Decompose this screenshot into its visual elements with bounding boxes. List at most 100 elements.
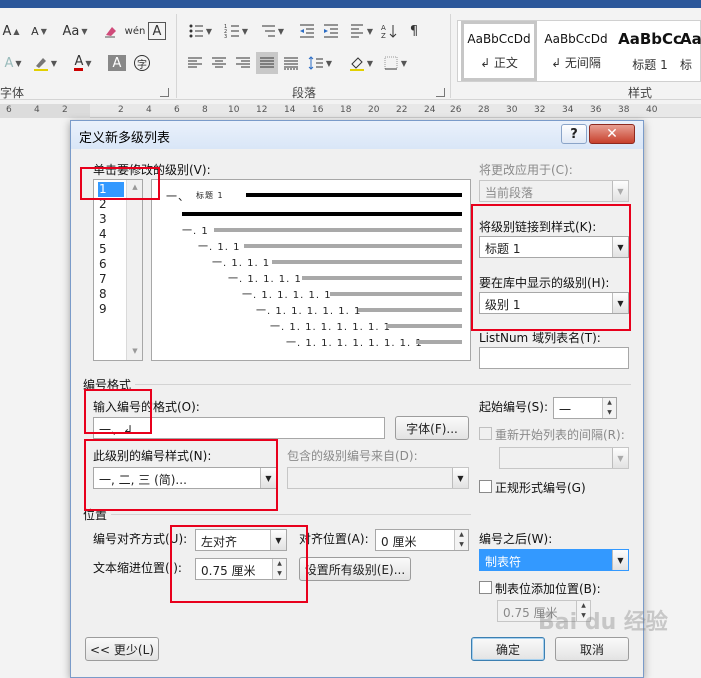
level-list[interactable]: 1 2 3 4 5 6 7 8 9 ▲ ▼	[93, 179, 143, 361]
chevron-down-icon[interactable]: ▼	[612, 181, 628, 201]
style-no-spacing[interactable]: AaBbCcDd ↲ 无间隔	[538, 21, 614, 81]
highlight-color-icon[interactable]: ▼	[30, 52, 60, 74]
font-dialog-launcher-icon[interactable]	[160, 88, 169, 97]
tab-stop-label: 制表位添加位置(B):	[495, 582, 601, 596]
ribbon: A ▲ A ▼ Aa ▼ wén A A ▼ ▼ A ▼ A 字 字体 ▼ 1 2 3 ▼ ▼ …	[0, 8, 701, 100]
set-all-levels-button[interactable]: 设置所有级别(E)...	[299, 557, 411, 581]
style-heading-2[interactable]: AaBb 标	[680, 21, 701, 81]
group-divider	[176, 14, 177, 98]
level-list-scrollbar[interactable]: ▲ ▼	[126, 180, 142, 360]
text-effect-icon[interactable]: A ▼	[0, 52, 26, 74]
scroll-down-icon[interactable]: ▼	[127, 344, 143, 358]
cancel-button[interactable]: 取消	[555, 637, 629, 661]
annotation-highlight-number-style	[84, 439, 278, 511]
aligned-at-label: 对齐位置(A):	[299, 532, 369, 546]
font-color-icon[interactable]: A ▼	[68, 52, 98, 74]
group-divider	[450, 14, 451, 98]
tab-stop-checkbox[interactable]	[479, 581, 492, 594]
spinner-arrows-icon[interactable]: ▲ ▼	[454, 530, 468, 550]
phonetic-guide-icon[interactable]: wén	[124, 20, 146, 42]
restart-select[interactable]: ▼	[499, 447, 629, 469]
svg-text:Z: Z	[381, 32, 386, 39]
shading-icon[interactable]: ▼	[346, 52, 376, 74]
indent-label: 文本缩进位置(I):	[93, 561, 182, 575]
chevron-down-icon[interactable]: ▼	[612, 550, 628, 570]
decrease-indent-icon[interactable]	[296, 20, 318, 42]
font-group-label: 字体	[0, 86, 25, 100]
align-center-icon[interactable]	[208, 52, 230, 74]
legal-style-checkbox[interactable]	[479, 480, 492, 493]
less-button[interactable]: << 更少(L)	[85, 637, 159, 661]
ok-button[interactable]: 确定	[471, 637, 545, 661]
level-item[interactable]: 7	[98, 272, 124, 287]
level-item[interactable]: 6	[98, 257, 124, 272]
shrink-font-button[interactable]: A ▼	[28, 20, 50, 42]
distributed-icon[interactable]	[280, 52, 302, 74]
restart-label: 重新开始列表的间隔(R):	[495, 428, 625, 442]
change-case-button[interactable]: Aa ▼	[60, 20, 90, 42]
restart-checkbox[interactable]	[479, 427, 492, 440]
borders-icon[interactable]: ▼	[380, 52, 410, 74]
show-marks-icon[interactable]: ¶	[404, 20, 424, 42]
list-preview: 一、 标题 1 一. 1 一. 1. 1 一. 1. 1. 1 一. 1. 1.…	[151, 179, 471, 361]
clear-format-icon[interactable]	[100, 20, 122, 42]
preview-level-9: 一. 1. 1. 1. 1. 1. 1. 1. 1	[286, 338, 423, 349]
preview-level-2: 一. 1	[182, 226, 209, 237]
preview-level-8: 一. 1. 1. 1. 1. 1. 1. 1	[270, 322, 392, 333]
help-button[interactable]: ?	[561, 124, 587, 144]
justify-icon[interactable]	[256, 52, 278, 74]
increase-indent-icon[interactable]	[320, 20, 342, 42]
align-right-icon[interactable]	[232, 52, 254, 74]
level-item[interactable]: 4	[98, 227, 124, 242]
include-level-select[interactable]: ▼	[287, 467, 469, 489]
apply-to-select[interactable]: 当前段落 ▼	[479, 180, 629, 202]
paragraph-group-label: 段落	[292, 86, 317, 100]
sort-icon[interactable]: AZ	[378, 20, 400, 42]
svg-text:3: 3	[224, 34, 227, 39]
spinner-arrows-icon[interactable]: ▲ ▼	[602, 398, 616, 418]
preview-level-3: 一. 1. 1	[198, 242, 241, 253]
level-item[interactable]: 9	[98, 302, 124, 317]
annotation-highlight-position	[170, 525, 308, 603]
chevron-down-icon[interactable]: ▼	[452, 468, 468, 488]
level-item[interactable]: 8	[98, 287, 124, 302]
grow-font-button[interactable]: A ▲	[0, 20, 22, 42]
preview-heading-style: 标题 1	[196, 191, 224, 200]
style-heading-1[interactable]: AaBbCc 标题 1	[612, 21, 688, 81]
preview-level-6: 一. 1. 1. 1. 1. 1	[242, 290, 332, 301]
numbering-icon[interactable]: 1 2 3 ▼	[220, 20, 252, 42]
dialog-title-bar[interactable]: 定义新多级列表 ? ✕	[71, 121, 643, 149]
aligned-at-spinner[interactable]: 0 厘米 ▲ ▼	[375, 529, 469, 551]
annotation-highlight-link-style	[471, 204, 631, 331]
bullets-icon[interactable]: ▼	[184, 20, 216, 42]
chevron-down-icon[interactable]: ▼	[612, 448, 628, 468]
style-normal[interactable]: AaBbCcDd ↲ 正文	[461, 21, 537, 81]
follow-number-select[interactable]: 制表符 ▼	[479, 549, 629, 571]
char-shading-icon[interactable]: A	[108, 55, 126, 71]
include-level-label: 包含的级别编号来自(D):	[287, 449, 418, 463]
paragraph-dialog-launcher-icon[interactable]	[436, 88, 445, 97]
listnum-input[interactable]	[479, 347, 629, 369]
multilevel-list-icon[interactable]: ▼	[256, 20, 288, 42]
preview-level-7: 一. 1. 1. 1. 1. 1. 1	[256, 306, 362, 317]
chinese-layout-icon[interactable]: ▼	[348, 20, 374, 42]
close-button[interactable]: ✕	[589, 124, 635, 144]
level-item[interactable]: 3	[98, 212, 124, 227]
styles-group-label: 样式	[628, 86, 653, 100]
styles-gallery: AaBbCcDd ↲ 正文 AaBbCcDd ↲ 无间隔 AaBbCc 标题 1…	[457, 20, 701, 82]
listnum-label: ListNum 域列表名(T):	[479, 331, 601, 345]
follow-number-label: 编号之后(W):	[479, 532, 553, 546]
apply-to-label: 将更改应用于(C):	[479, 163, 573, 177]
align-left-icon[interactable]	[184, 52, 206, 74]
char-border-icon[interactable]: A	[148, 22, 166, 40]
annotation-highlight-format	[84, 389, 152, 434]
preview-heading-number: 一、	[166, 190, 190, 203]
level-item[interactable]: 5	[98, 242, 124, 257]
horizontal-ruler[interactable]: 6 4 2 2 4 6 8 10 12 14 16 18 20 22 24 26…	[0, 104, 701, 118]
line-spacing-icon[interactable]: ▼	[304, 52, 336, 74]
enclosed-char-icon[interactable]: 字	[132, 52, 152, 74]
start-at-spinner[interactable]: 一 ▲ ▼	[553, 397, 617, 419]
legal-style-label: 正规形式编号(G)	[495, 481, 586, 495]
window-title-bar	[0, 0, 701, 8]
font-button[interactable]: 字体(F)...	[395, 416, 469, 440]
